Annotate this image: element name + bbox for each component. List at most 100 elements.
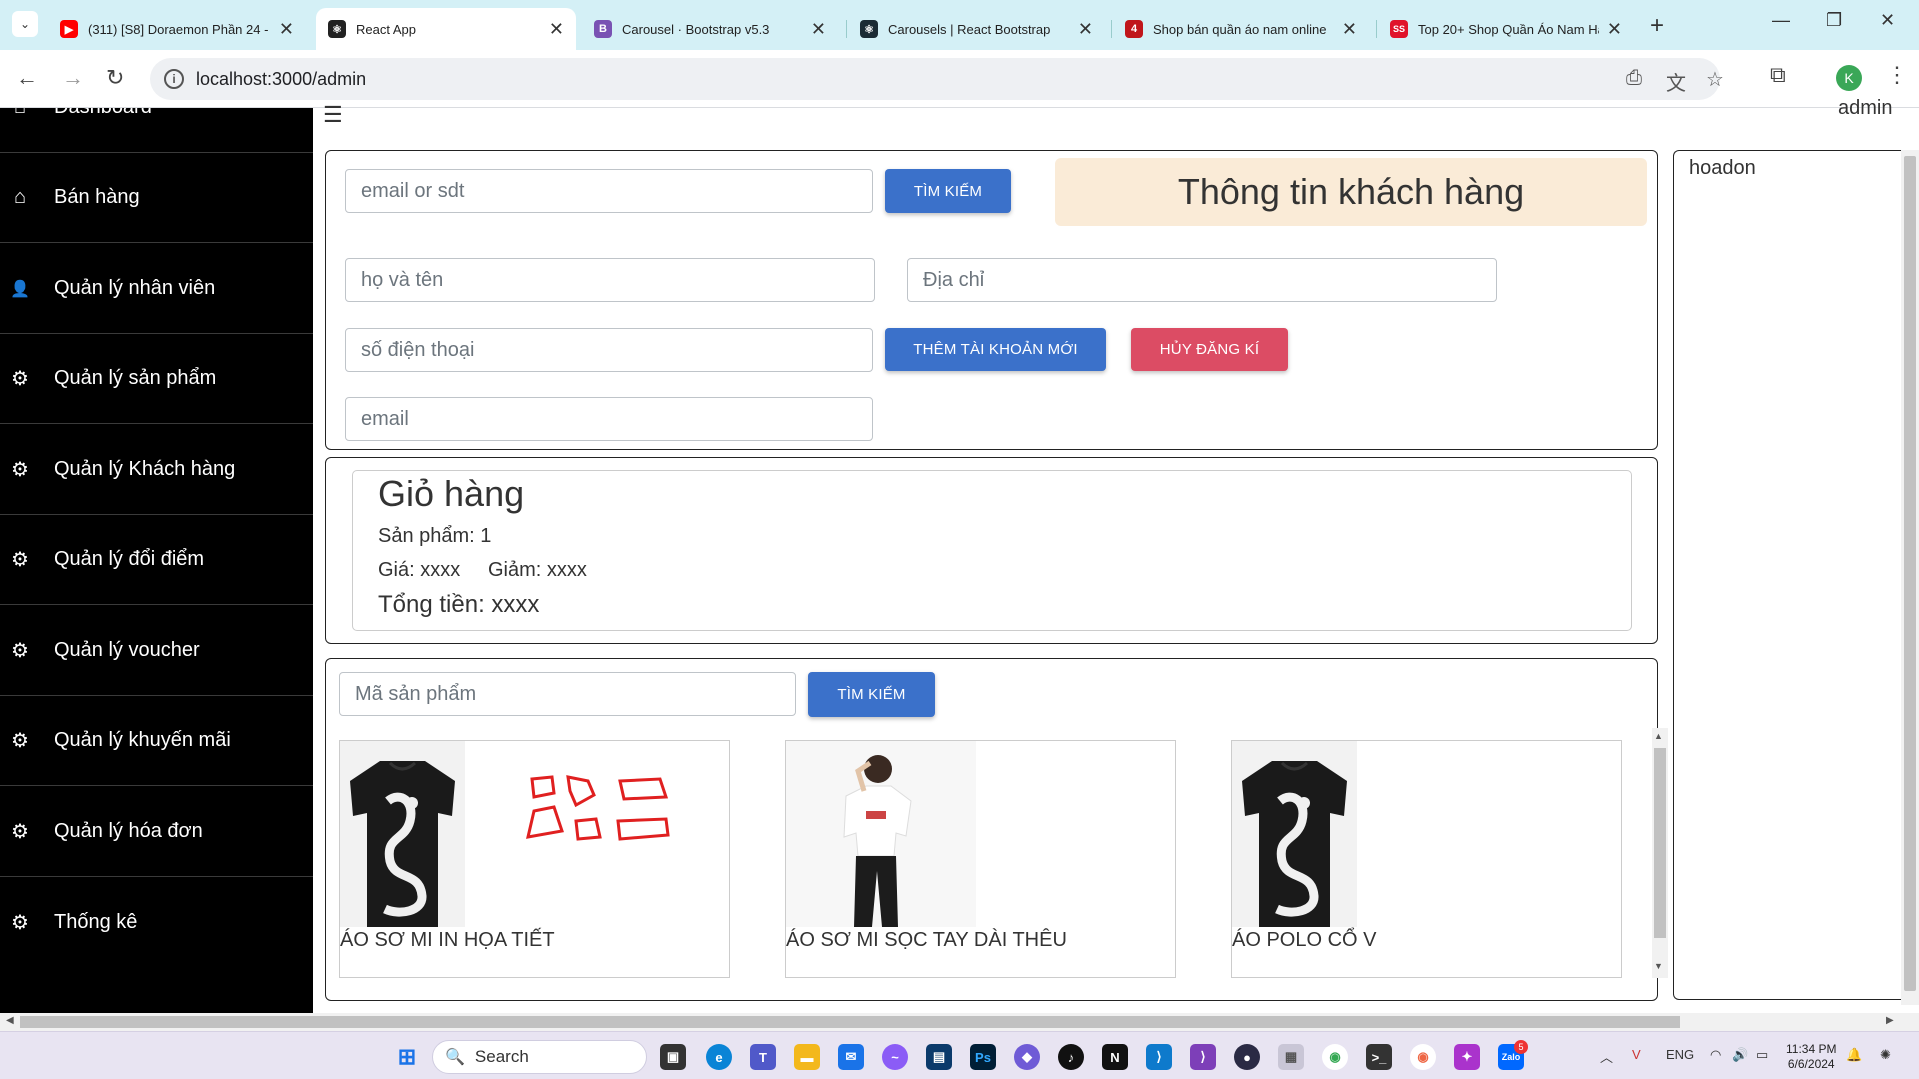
- email-field[interactable]: email: [345, 397, 873, 441]
- add-account-button[interactable]: THÊM TÀI KHOẢN MỚI: [885, 328, 1106, 371]
- hamburger-menu-icon[interactable]: ☰: [323, 102, 343, 128]
- terminal-icon[interactable]: >_: [1366, 1044, 1392, 1070]
- close-tab-icon[interactable]: ✕: [1342, 19, 1357, 40]
- task-view-icon[interactable]: ▣: [660, 1044, 686, 1070]
- bookmark-star-icon[interactable]: ☆: [1706, 67, 1724, 92]
- page-vertical-scrollbar[interactable]: [1901, 150, 1919, 1005]
- forward-arrow-icon[interactable]: →: [62, 65, 84, 91]
- browser-menu-icon[interactable]: ⋮: [1886, 62, 1908, 88]
- sidebar-item-doi-diem[interactable]: ⚙ Quản lý đổi điểm: [0, 515, 313, 605]
- close-window-icon[interactable]: ✕: [1880, 10, 1895, 31]
- volume-icon[interactable]: 🔊: [1732, 1047, 1748, 1063]
- profile-avatar[interactable]: K: [1836, 65, 1862, 91]
- tiktok-icon[interactable]: ♪: [1058, 1044, 1084, 1070]
- close-tab-icon[interactable]: ✕: [549, 19, 564, 40]
- scrollbar-thumb[interactable]: [1654, 748, 1666, 938]
- windows-start-icon[interactable]: ⊞: [394, 1044, 420, 1070]
- scroll-down-icon[interactable]: ▼: [1654, 961, 1663, 971]
- extensions-icon[interactable]: ⧉: [1770, 62, 1786, 88]
- language-indicator[interactable]: ENG: [1666, 1047, 1694, 1062]
- tab-search-button[interactable]: ⌄: [12, 11, 38, 37]
- sidebar-item-voucher[interactable]: ⚙ Quản lý voucher: [0, 606, 313, 696]
- notion-icon[interactable]: N: [1102, 1044, 1128, 1070]
- vscode-icon[interactable]: ⟩: [1146, 1044, 1172, 1070]
- customer-search-button[interactable]: TÌM KIẾM: [885, 169, 1011, 213]
- sidebar-item-hoa-don[interactable]: ⚙ Quản lý hóa đơn: [0, 787, 313, 877]
- reload-icon[interactable]: ↻: [106, 65, 124, 91]
- browser-tab[interactable]: ⚛ Carousels | React Bootstrap ✕: [848, 8, 1105, 50]
- scrollbar-thumb[interactable]: [20, 1016, 1680, 1028]
- messenger-icon[interactable]: ~: [882, 1044, 908, 1070]
- browser-tab[interactable]: 4 Shop bán quần áo nam online ✕: [1113, 8, 1369, 50]
- mail-icon[interactable]: ✉: [838, 1044, 864, 1070]
- sidebar-item-dashboard[interactable]: ⌂ Dashboard: [0, 108, 313, 153]
- tray-app-icon[interactable]: V: [1632, 1047, 1641, 1062]
- battery-icon[interactable]: ▭: [1756, 1047, 1768, 1063]
- sidebar-item-khuyen-mai[interactable]: ⚙ Quản lý khuyến mãi: [0, 696, 313, 786]
- edge-icon[interactable]: e: [706, 1044, 732, 1070]
- copilot-icon[interactable]: ✺: [1880, 1047, 1891, 1063]
- notification-bell-icon[interactable]: 🔔: [1846, 1047, 1862, 1063]
- restore-icon[interactable]: ❐: [1826, 10, 1842, 31]
- close-tab-icon[interactable]: ✕: [1078, 19, 1093, 40]
- tab-title: (311) [S8] Doraemon Phần 24 - T: [88, 21, 271, 37]
- youtube-favicon-icon: ▶: [60, 20, 78, 38]
- scroll-left-icon[interactable]: ◀: [6, 1015, 14, 1026]
- browser-tab[interactable]: ▶ (311) [S8] Doraemon Phần 24 - T ✕: [48, 8, 306, 50]
- url-text[interactable]: localhost:3000/admin: [196, 69, 366, 90]
- close-tab-icon[interactable]: ✕: [1607, 19, 1622, 40]
- product-card[interactable]: ÁO SƠ MI SỌC TAY DÀI THÊU: [785, 740, 1176, 978]
- scroll-right-icon[interactable]: ▶: [1886, 1015, 1894, 1026]
- phone-field[interactable]: số điện thoại: [345, 328, 873, 372]
- chrome-profile-icon[interactable]: ◉: [1410, 1044, 1436, 1070]
- visual-studio-icon[interactable]: ⟩: [1190, 1044, 1216, 1070]
- customer-search-input[interactable]: email or sdt: [345, 169, 873, 213]
- site-info-icon[interactable]: i: [164, 69, 184, 89]
- wifi-icon[interactable]: ◠: [1710, 1047, 1721, 1063]
- sidebar-item-nhan-vien[interactable]: 👤 Quản lý nhân viên: [0, 244, 313, 334]
- browser-tab[interactable]: B Carousel · Bootstrap v5.3 ✕: [582, 8, 838, 50]
- close-tab-icon[interactable]: ✕: [279, 19, 294, 40]
- name-field[interactable]: họ và tên: [345, 258, 875, 302]
- minimize-icon[interactable]: —: [1772, 10, 1790, 31]
- app-icon[interactable]: ◆: [1014, 1044, 1040, 1070]
- product-search-button[interactable]: TÌM KIẾM: [808, 672, 935, 717]
- close-tab-icon[interactable]: ✕: [811, 19, 826, 40]
- app-icon[interactable]: ▤: [926, 1044, 952, 1070]
- invoice-panel: hoadon: [1673, 150, 1919, 1000]
- teams-icon[interactable]: T: [750, 1044, 776, 1070]
- sidebar-item-san-pham[interactable]: ⚙ Quản lý sản phẩm: [0, 334, 313, 424]
- clock[interactable]: 11:34 PM 6/6/2024: [1786, 1042, 1836, 1072]
- address-bar[interactable]: i localhost:3000/admin ⎙ 文 ☆: [150, 58, 1724, 100]
- back-arrow-icon[interactable]: ←: [16, 65, 38, 91]
- install-app-icon[interactable]: ⎙: [1626, 67, 1642, 90]
- translate-icon[interactable]: 文: [1666, 67, 1686, 96]
- chrome-icon[interactable]: ◉: [1322, 1044, 1348, 1070]
- app-icon[interactable]: ▦: [1278, 1044, 1304, 1070]
- tray-overflow-icon[interactable]: ︿: [1600, 1047, 1613, 1066]
- product-code-input[interactable]: Mã sản phẩm: [339, 672, 796, 716]
- new-tab-icon[interactable]: +: [1650, 12, 1664, 40]
- photoshop-icon[interactable]: Ps: [970, 1044, 996, 1070]
- sidebar-item-ban-hang[interactable]: ⌂ Bán hàng: [0, 153, 313, 243]
- address-field[interactable]: Địa chỉ: [907, 258, 1497, 302]
- scrollbar-thumb[interactable]: [1904, 156, 1916, 991]
- taskbar-search[interactable]: 🔍 Search: [432, 1040, 647, 1074]
- sidebar: ⌂ Dashboard ⌂ Bán hàng 👤 Quản lý nhân vi…: [0, 108, 313, 1013]
- cancel-registration-button[interactable]: HỦY ĐĂNG KÍ: [1131, 328, 1288, 371]
- user-label[interactable]: admin: [1838, 97, 1892, 120]
- sidebar-item-khach-hang[interactable]: ⚙ Quản lý Khách hàng: [0, 425, 313, 515]
- app-icon[interactable]: ✦: [1454, 1044, 1480, 1070]
- browser-tab-active[interactable]: ⚛ React App ✕: [316, 8, 576, 50]
- browser-tab[interactable]: SS Top 20+ Shop Quần Áo Nam Hà ✕: [1378, 8, 1634, 50]
- product-card[interactable]: ÁO SƠ MI IN HỌA TIẾT: [339, 740, 730, 978]
- page-horizontal-scrollbar[interactable]: ◀ ▶: [0, 1013, 1919, 1031]
- sidebar-item-thong-ke[interactable]: ⚙ Thống kê: [0, 877, 313, 967]
- file-explorer-icon[interactable]: ▬: [794, 1044, 820, 1070]
- cart-price: Giá: xxxx: [378, 559, 461, 581]
- product-card[interactable]: ÁO POLO CỔ V: [1231, 740, 1622, 978]
- product-list-scrollbar[interactable]: ▲ ▼: [1652, 728, 1668, 978]
- gear-icon: ⚙: [11, 911, 29, 934]
- scroll-up-icon[interactable]: ▲: [1654, 731, 1663, 741]
- app-icon[interactable]: ●: [1234, 1044, 1260, 1070]
